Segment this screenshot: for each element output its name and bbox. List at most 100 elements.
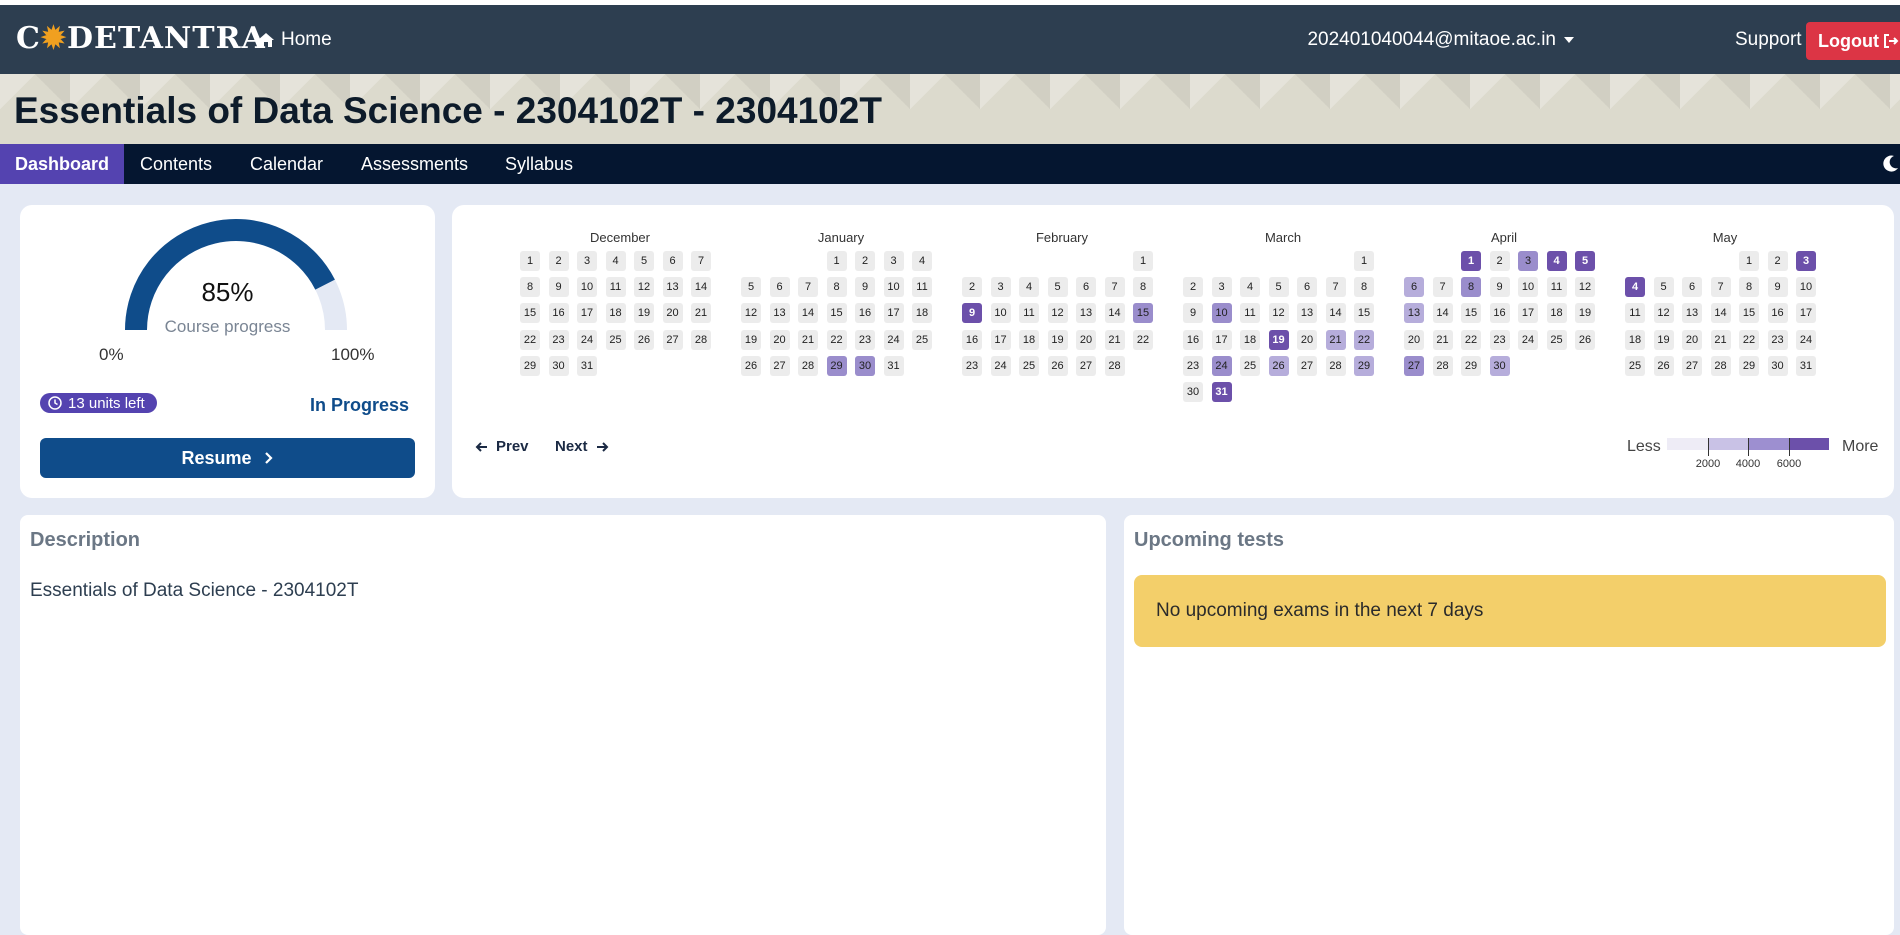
calendar-day-cell[interactable]: 1	[826, 251, 847, 271]
calendar-day-cell[interactable]: 2	[1489, 251, 1510, 271]
calendar-day-cell[interactable]: 3	[990, 277, 1011, 298]
tab-syllabus[interactable]: Syllabus	[505, 144, 573, 184]
calendar-day-cell[interactable]: 24	[1211, 355, 1232, 376]
calendar-day-cell[interactable]: 15	[1739, 303, 1759, 324]
calendar-day-cell[interactable]: 15	[1354, 303, 1374, 324]
calendar-day-cell[interactable]: 7	[691, 251, 711, 271]
calendar-day-cell[interactable]: 8	[520, 277, 540, 298]
calendar-day-cell[interactable]: 14	[1325, 303, 1346, 324]
calendar-day-cell[interactable]: 1	[1739, 251, 1759, 271]
calendar-day-cell[interactable]: 4	[1019, 277, 1039, 298]
calendar-day-cell[interactable]: 6	[1297, 277, 1317, 298]
calendar-day-cell[interactable]: 29	[520, 355, 540, 376]
calendar-day-cell[interactable]: 21	[1104, 329, 1125, 350]
calendar-day-cell[interactable]: 11	[1019, 303, 1039, 324]
calendar-day-cell[interactable]: 22	[1133, 329, 1153, 350]
calendar-day-cell[interactable]: 5	[634, 251, 654, 271]
calendar-day-cell[interactable]: 29	[826, 355, 847, 376]
tab-contents[interactable]: Contents	[140, 144, 212, 184]
calendar-day-cell[interactable]: 8	[826, 277, 847, 298]
calendar-day-cell[interactable]: 8	[1461, 277, 1481, 298]
calendar-day-cell[interactable]: 23	[962, 355, 982, 376]
calendar-day-cell[interactable]: 25	[605, 329, 626, 350]
calendar-day-cell[interactable]: 21	[1432, 329, 1453, 350]
calendar-day-cell[interactable]: 7	[798, 277, 818, 298]
calendar-day-cell[interactable]: 17	[577, 303, 597, 324]
calendar-day-cell[interactable]: 6	[1076, 277, 1096, 298]
calendar-day-cell[interactable]: 29	[1354, 355, 1374, 376]
calendar-day-cell[interactable]: 22	[520, 329, 540, 350]
calendar-day-cell[interactable]: 8	[1354, 277, 1374, 298]
tab-assessments[interactable]: Assessments	[361, 144, 468, 184]
calendar-day-cell[interactable]: 5	[1575, 251, 1595, 271]
calendar-day-cell[interactable]: 25	[1546, 329, 1567, 350]
calendar-day-cell[interactable]: 12	[1047, 303, 1068, 324]
calendar-day-cell[interactable]: 1	[1461, 251, 1481, 271]
calendar-day-cell[interactable]: 17	[1796, 303, 1816, 324]
calendar-day-cell[interactable]: 5	[1047, 277, 1068, 298]
next-button[interactable]: Next	[555, 438, 609, 455]
calendar-day-cell[interactable]: 4	[605, 251, 626, 271]
calendar-day-cell[interactable]: 19	[1575, 303, 1595, 324]
calendar-day-cell[interactable]: 4	[1625, 277, 1645, 298]
calendar-day-cell[interactable]: 24	[1518, 329, 1538, 350]
calendar-day-cell[interactable]: 4	[912, 251, 932, 271]
calendar-day-cell[interactable]: 5	[741, 277, 761, 298]
calendar-day-cell[interactable]: 24	[577, 329, 597, 350]
calendar-day-cell[interactable]: 1	[520, 251, 540, 271]
calendar-day-cell[interactable]: 8	[1133, 277, 1153, 298]
calendar-day-cell[interactable]: 21	[691, 303, 711, 324]
calendar-day-cell[interactable]: 27	[1404, 355, 1424, 376]
calendar-day-cell[interactable]: 11	[1546, 277, 1567, 298]
calendar-day-cell[interactable]: 2	[1767, 251, 1788, 271]
calendar-day-cell[interactable]: 25	[1240, 355, 1260, 376]
calendar-day-cell[interactable]: 31	[1796, 355, 1816, 376]
calendar-day-cell[interactable]: 11	[1240, 303, 1260, 324]
calendar-day-cell[interactable]: 18	[1625, 329, 1645, 350]
calendar-day-cell[interactable]: 3	[883, 251, 904, 271]
calendar-day-cell[interactable]: 21	[1325, 329, 1346, 350]
calendar-day-cell[interactable]: 19	[634, 303, 654, 324]
calendar-day-cell[interactable]: 19	[1268, 329, 1289, 350]
calendar-day-cell[interactable]: 20	[1297, 329, 1317, 350]
calendar-day-cell[interactable]: 7	[1104, 277, 1125, 298]
calendar-day-cell[interactable]: 3	[1518, 251, 1538, 271]
calendar-day-cell[interactable]: 4	[1546, 251, 1567, 271]
calendar-day-cell[interactable]: 7	[1710, 277, 1731, 298]
calendar-day-cell[interactable]: 30	[1767, 355, 1788, 376]
moon-icon[interactable]	[1880, 154, 1900, 174]
calendar-day-cell[interactable]: 9	[855, 277, 875, 298]
calendar-day-cell[interactable]: 24	[990, 355, 1011, 376]
calendar-day-cell[interactable]: 28	[1104, 355, 1125, 376]
calendar-day-cell[interactable]: 20	[1076, 329, 1096, 350]
calendar-day-cell[interactable]: 17	[1518, 303, 1538, 324]
tab-calendar[interactable]: Calendar	[250, 144, 323, 184]
calendar-day-cell[interactable]: 8	[1739, 277, 1759, 298]
calendar-day-cell[interactable]: 22	[1739, 329, 1759, 350]
calendar-day-cell[interactable]: 15	[1133, 303, 1153, 324]
calendar-day-cell[interactable]: 19	[1047, 329, 1068, 350]
calendar-day-cell[interactable]: 10	[577, 277, 597, 298]
logout-button[interactable]: Logout	[1806, 22, 1900, 60]
calendar-day-cell[interactable]: 27	[1076, 355, 1096, 376]
calendar-day-cell[interactable]: 22	[826, 329, 847, 350]
calendar-day-cell[interactable]: 10	[1518, 277, 1538, 298]
calendar-day-cell[interactable]: 3	[1796, 251, 1816, 271]
calendar-day-cell[interactable]: 15	[1461, 303, 1481, 324]
calendar-day-cell[interactable]: 12	[1653, 303, 1674, 324]
calendar-day-cell[interactable]: 14	[1104, 303, 1125, 324]
tab-dashboard[interactable]: Dashboard	[0, 144, 125, 184]
calendar-day-cell[interactable]: 30	[1183, 382, 1203, 402]
calendar-day-cell[interactable]: 17	[883, 303, 904, 324]
calendar-day-cell[interactable]: 9	[962, 303, 982, 324]
calendar-day-cell[interactable]: 19	[741, 329, 761, 350]
calendar-day-cell[interactable]: 19	[1653, 329, 1674, 350]
codetantra-logo[interactable]: C✹DETANTRA	[16, 21, 266, 56]
calendar-day-cell[interactable]: 27	[662, 329, 683, 350]
calendar-day-cell[interactable]: 2	[1183, 277, 1203, 298]
calendar-day-cell[interactable]: 26	[741, 355, 761, 376]
calendar-day-cell[interactable]: 20	[769, 329, 790, 350]
calendar-day-cell[interactable]: 18	[912, 303, 932, 324]
calendar-day-cell[interactable]: 16	[855, 303, 875, 324]
calendar-day-cell[interactable]: 7	[1325, 277, 1346, 298]
